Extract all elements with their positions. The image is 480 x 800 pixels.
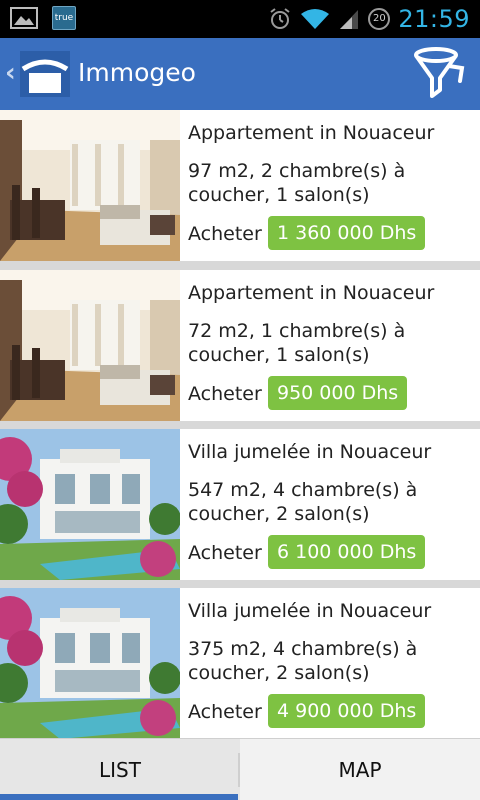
listing-title: Villa jumelée in Nouaceur [188,600,432,622]
bottom-tab-bar: LIST MAP [0,738,480,800]
listing-item[interactable]: Villa jumelée in Nouaceur 547 m2, 4 cham… [0,429,480,580]
wifi-icon [301,9,330,29]
battery-icon: 20 [368,8,391,30]
listing-action: Acheter [188,542,262,564]
action-bar: ‹ Immogeo [0,38,480,110]
app-title: Immogeo [78,58,196,87]
status-bar: true 20 21:59 [0,0,480,38]
listing-list[interactable]: Appartement in Nouaceur 97 m2, 2 chambre… [0,110,480,738]
listing-title: Appartement in Nouaceur [188,122,435,144]
listing-action: Acheter [188,223,262,245]
tab-map[interactable]: MAP [240,739,480,800]
tab-list[interactable]: LIST [0,739,240,800]
price-badge: 950 000 Dhs [268,376,408,410]
listing-item[interactable]: Villa jumelée in Nouaceur 375 m2, 4 cham… [0,588,480,738]
price-badge: 4 900 000 Dhs [268,694,426,728]
listing-photo-living-room [0,110,180,261]
listing-description: 547 m2, 4 chambre(s) à coucher, 2 salon(… [188,479,418,525]
listing-action: Acheter [188,701,262,723]
tab-active-indicator [0,794,238,800]
listing-title: Appartement in Nouaceur [188,282,435,304]
alarm-icon [270,8,290,29]
tab-map-label: MAP [338,758,382,782]
clock: 21:59 [398,5,470,33]
filter-funnel-icon [414,47,465,98]
back-chevron-icon[interactable]: ‹ [5,58,16,88]
listing-item[interactable]: Appartement in Nouaceur 97 m2, 2 chambre… [0,110,480,261]
price-badge: 6 100 000 Dhs [268,535,426,569]
listing-photo-living-room [0,270,180,421]
listing-description: 375 m2, 4 chambre(s) à coucher, 2 salon(… [188,638,418,684]
listing-photo-villa-pool [0,429,180,580]
listing-photo-villa-pool [0,588,180,738]
tab-list-label: LIST [99,758,141,782]
filter-button[interactable] [410,46,468,102]
gallery-notification-icon [10,6,38,30]
app-notification-icon: true [52,6,76,30]
app-logo-home-icon[interactable] [20,51,70,97]
listing-action: Acheter [188,383,262,405]
listing-title: Villa jumelée in Nouaceur [188,441,432,463]
signal-icon [340,10,359,29]
listing-item[interactable]: Appartement in Nouaceur 72 m2, 1 chambre… [0,270,480,421]
listing-description: 97 m2, 2 chambre(s) à coucher, 1 salon(s… [188,160,406,206]
price-badge: 1 360 000 Dhs [268,216,426,250]
listing-description: 72 m2, 1 chambre(s) à coucher, 1 salon(s… [188,320,406,366]
